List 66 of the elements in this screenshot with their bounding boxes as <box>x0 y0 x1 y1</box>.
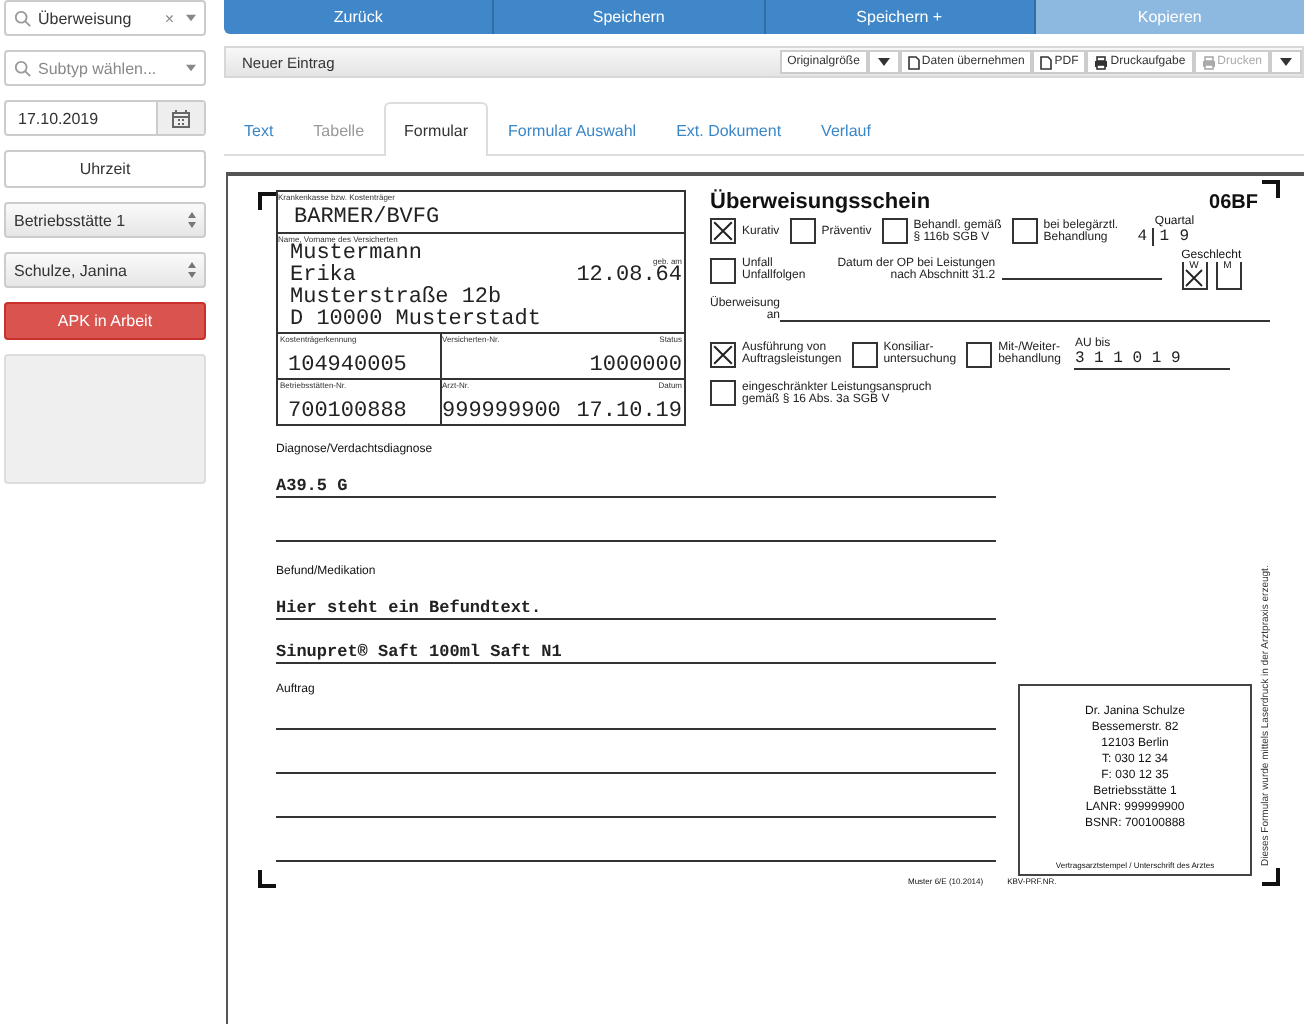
action-button[interactable]: Zurück <box>224 0 495 34</box>
caret-icon <box>186 64 196 72</box>
search-icon <box>14 59 32 77</box>
doctor-select[interactable]: Schulze, Janina <box>4 252 206 288</box>
patient-line: Erika <box>290 266 357 288</box>
quarter-digit: 1 <box>1152 228 1175 246</box>
checkbox[interactable] <box>710 341 736 367</box>
form-code: 06BF <box>1209 192 1258 214</box>
quarter-digit: 9 <box>1177 228 1191 246</box>
checkbox[interactable] <box>710 380 736 406</box>
checkbox[interactable] <box>710 218 736 244</box>
dropdown-button[interactable] <box>867 50 900 74</box>
document-icon <box>907 55 920 69</box>
corner-mark <box>1262 868 1280 886</box>
tab[interactable]: Formular Auswahl <box>488 104 657 156</box>
type-select[interactable]: Überweisung × <box>4 0 206 36</box>
date-field[interactable]: 17.10.2019 <box>4 100 206 136</box>
time-button[interactable]: Uhrzeit <box>4 150 206 188</box>
corner-mark <box>1262 180 1280 198</box>
document-icon <box>1040 55 1053 69</box>
dropdown-button[interactable] <box>1270 50 1302 74</box>
patient-line: D 10000 Musterstadt <box>290 310 541 332</box>
corner-mark <box>258 870 276 888</box>
quarter-digit: 4 <box>1135 228 1149 246</box>
patient-line: Mustermann <box>290 244 425 266</box>
checkbox[interactable] <box>851 341 878 367</box>
location-select[interactable]: Betriebsstätte 1 <box>4 202 206 238</box>
date-input[interactable]: 17.10.2019 <box>6 102 156 134</box>
field-value: 17.10.19 <box>576 402 682 424</box>
field-value: 700100888 <box>286 402 409 424</box>
tab[interactable]: Verlauf <box>801 104 891 156</box>
status-button[interactable]: APK in Arbeit <box>4 302 206 340</box>
checkbox[interactable] <box>966 341 993 367</box>
checkbox[interactable] <box>789 218 816 244</box>
action-button[interactable]: Speichern <box>494 0 765 34</box>
calendar-button[interactable] <box>156 102 204 134</box>
field-value: 1000000 <box>589 356 682 378</box>
search-icon <box>14 9 32 27</box>
caret-icon <box>1280 58 1292 66</box>
tab[interactable]: Ext. Dokument <box>656 104 802 156</box>
field-value: 3 1 1 0 1 9 <box>1074 350 1231 370</box>
insurer-value: BARMER/BVFG <box>292 206 442 232</box>
subtype-select[interactable]: Subtyp wählen... <box>4 50 206 86</box>
tab[interactable]: Text <box>224 104 294 156</box>
patient-line: Musterstraße 12b <box>290 288 502 310</box>
birth-date: 12.08.64 <box>576 266 682 288</box>
printer-icon <box>1201 55 1216 69</box>
form-title: Überweisungsschein <box>710 190 931 214</box>
checkbox[interactable] <box>710 257 736 283</box>
up-down-icon <box>188 262 196 278</box>
diagnosis-text: A39.5 G <box>276 476 996 498</box>
caret-icon <box>877 58 890 66</box>
findings-text: Hier steht ein Befundtext. <box>276 598 996 620</box>
printer-icon <box>1094 55 1109 69</box>
action-button[interactable]: Speichern + <box>765 0 1036 34</box>
checkbox[interactable] <box>1011 218 1038 244</box>
tab[interactable]: Formular <box>384 102 489 156</box>
findings-text: Sinupret® Saft 100ml Saft N1 <box>276 642 996 664</box>
field-value: 999999900 <box>442 402 562 424</box>
caret-icon <box>186 14 196 22</box>
calendar-icon <box>172 109 190 127</box>
checkbox[interactable] <box>881 218 908 244</box>
field-value: 104940005 <box>286 356 409 378</box>
corner-mark <box>258 192 276 210</box>
clear-icon[interactable]: × <box>164 9 174 27</box>
up-down-icon <box>188 212 196 228</box>
